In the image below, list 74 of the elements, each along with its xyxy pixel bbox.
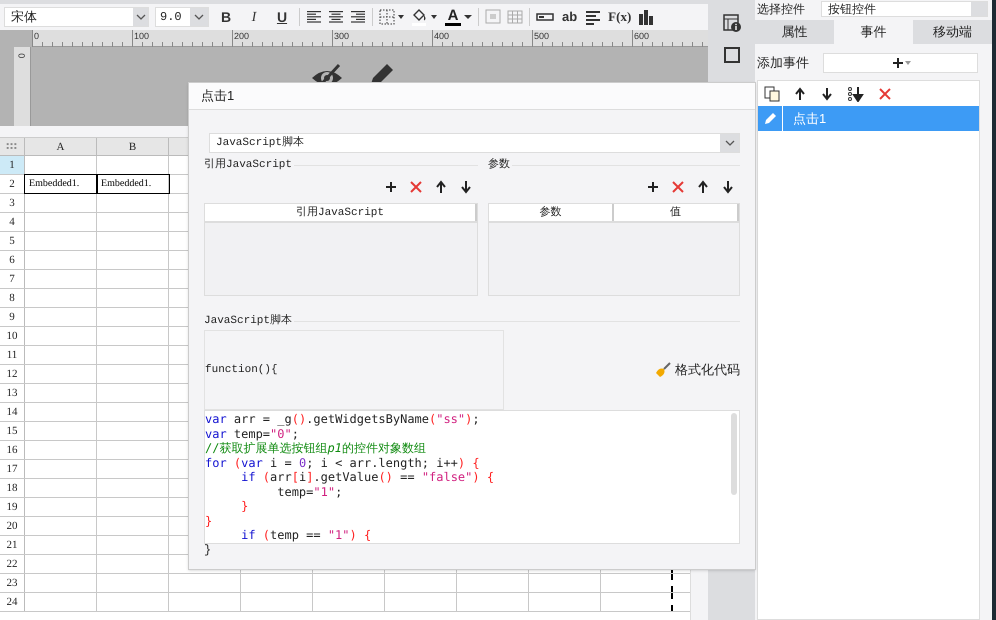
align-center-icon[interactable]	[328, 9, 344, 25]
code-line: temp="1";	[276, 484, 344, 499]
font-color-button[interactable]: A	[445, 6, 472, 28]
section-title: 参数	[488, 157, 510, 173]
ruler-mark: 500	[534, 31, 550, 41]
move-to-bottom-icon[interactable]	[847, 86, 865, 102]
align-left-icon[interactable]	[306, 9, 322, 25]
ruler-mark: 300	[334, 31, 350, 41]
ruler-mark: 600	[634, 31, 650, 41]
column-header[interactable]: 值	[614, 204, 739, 221]
table-cell: Embedded1.	[97, 175, 169, 193]
merge-cells-icon[interactable]	[485, 9, 501, 25]
code-line: //获取扩展单选按钮组p1的控件对象数组	[205, 441, 427, 456]
scrollbar-thumb[interactable]	[731, 413, 737, 495]
widget-dropdown[interactable]: 按钮控件	[821, 1, 988, 17]
code-line: if (temp == "1") {	[240, 528, 372, 542]
format-button[interactable]: I	[243, 6, 265, 28]
move-up-icon[interactable]	[696, 180, 710, 194]
ruler-mark: 400	[434, 31, 450, 41]
section-title: JavaScript脚本	[204, 313, 292, 329]
select-label: 选择控件	[757, 2, 806, 16]
delete-icon[interactable]	[671, 180, 685, 194]
add-icon[interactable]	[890, 56, 904, 70]
panel-tab[interactable]: 属性	[755, 20, 834, 44]
script-type-dropdown[interactable]: JavaScript脚本	[209, 133, 740, 153]
move-up-icon[interactable]	[434, 180, 448, 194]
ruler-mark: 0	[15, 53, 28, 58]
panel-tab[interactable]: 移动端	[913, 20, 992, 44]
align-right-icon[interactable]	[350, 9, 366, 25]
font-dropdown[interactable]: 宋体	[4, 7, 149, 27]
function-header: function(){	[205, 362, 278, 378]
bar-chart-icon[interactable]	[638, 9, 654, 25]
column-header[interactable]: A	[25, 138, 97, 155]
code-line: }	[240, 499, 250, 514]
move-down-icon[interactable]	[459, 180, 473, 194]
add-icon[interactable]	[646, 180, 660, 194]
border-icon[interactable]	[379, 9, 405, 25]
function-footer: }	[204, 544, 212, 557]
broom-icon[interactable]	[655, 362, 671, 378]
code-line: }	[205, 514, 214, 528]
move-down-icon[interactable]	[820, 86, 834, 100]
table-info-icon[interactable]	[722, 14, 740, 32]
font-size-dropdown[interactable]: 9.0	[155, 7, 209, 27]
code-line: for (var i = 0; i < arr.length; i++) {	[205, 456, 481, 470]
delete-icon[interactable]	[878, 86, 892, 100]
formula-button[interactable]: F(x)	[607, 6, 632, 28]
ruler-mark: 200	[234, 31, 250, 41]
add-event-label: 添加事件	[757, 54, 809, 72]
fill-color-icon[interactable]	[411, 8, 439, 26]
format-button[interactable]: U	[271, 6, 293, 28]
format-code-button[interactable]: 格式化代码	[655, 360, 740, 380]
dialog-title: 点击1	[201, 87, 234, 106]
code-line: var temp="0";	[205, 426, 300, 441]
code-editor[interactable]: var arr = _g().getWidgetsByName("ss"); var temp="0"; //获取扩展单选按钮组p1的控件对象数组 for (var i = 0; i < arr.length; i++) { if (arr[i].getValue() == "false") { temp="1"; } } if (temp == "1") {	[204, 410, 740, 544]
code-line: var arr = _g().getWidgetsByName("ss");	[205, 412, 481, 426]
dropdown-caret-icon[interactable]	[464, 14, 472, 20]
column-header[interactable]: 引用JavaScript	[205, 204, 477, 221]
copy-icon[interactable]	[764, 86, 780, 102]
ruler-mark: 100	[134, 31, 150, 41]
delete-icon[interactable]	[409, 180, 423, 194]
paragraph-icon[interactable]	[585, 9, 602, 25]
frame-icon[interactable]	[722, 46, 740, 64]
text-button[interactable]: ab	[560, 6, 580, 28]
section-title: 引用JavaScript	[204, 157, 292, 173]
table-cell: Embedded1.	[25, 175, 97, 193]
move-down-icon[interactable]	[721, 180, 735, 194]
format-button[interactable]: B	[215, 6, 237, 28]
code-line: if (arr[i].getValue() == "false") {	[240, 470, 496, 484]
move-up-icon[interactable]	[793, 86, 807, 100]
row-header[interactable]: 1	[0, 156, 25, 174]
column-header[interactable]: B	[97, 138, 169, 155]
ruler-mark: 0	[34, 31, 40, 41]
add-icon[interactable]	[384, 180, 398, 194]
column-header[interactable]: 参数	[489, 204, 614, 221]
